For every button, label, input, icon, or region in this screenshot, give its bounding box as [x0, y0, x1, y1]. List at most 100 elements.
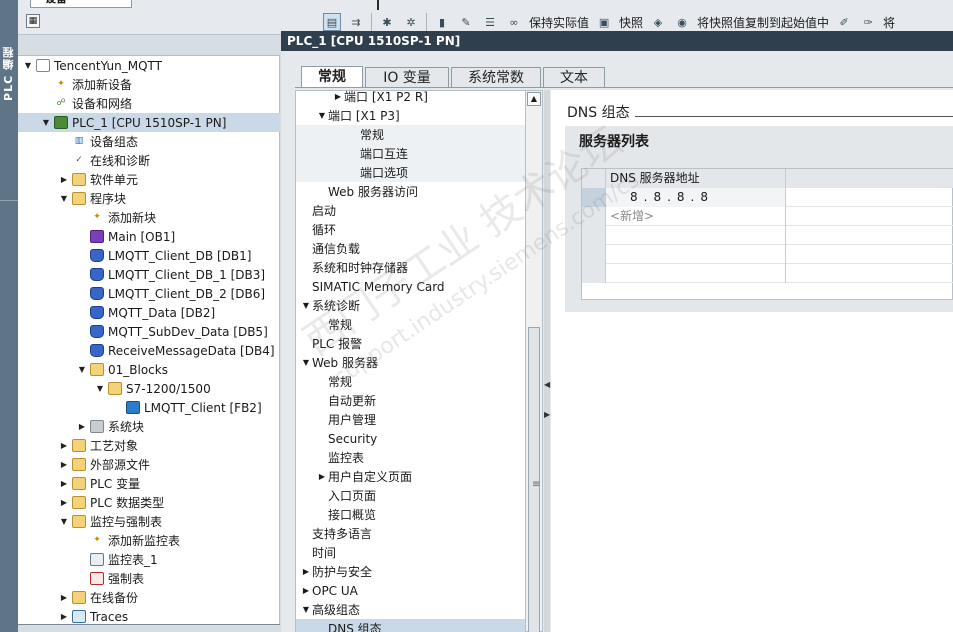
- nav-item[interactable]: ▶ 端口 [X1 P2 R]: [296, 87, 526, 106]
- pencil-alt-icon[interactable]: ✑: [859, 13, 877, 31]
- tree-item[interactable]: ▶ PLC 变量: [18, 474, 280, 493]
- tree-item[interactable]: ReceiveMessageData [DB4]: [18, 341, 280, 360]
- tree-item[interactable]: ▶ 外部源文件: [18, 455, 280, 474]
- column-header-dns-address[interactable]: DNS 服务器地址: [606, 169, 786, 188]
- nav-item[interactable]: 时间: [296, 543, 526, 562]
- nav-item[interactable]: 端口选项: [296, 163, 526, 182]
- keep-actual-values-button[interactable]: 保持实际值: [529, 14, 589, 31]
- nav-item[interactable]: ▼ 高级组态: [296, 600, 526, 619]
- nav-item[interactable]: 通信负载: [296, 239, 526, 258]
- nav-item[interactable]: ▶ 防护与安全: [296, 562, 526, 581]
- tree-item[interactable]: ✦ 添加新块: [18, 208, 280, 227]
- scroll-up-icon[interactable]: ▲: [527, 92, 541, 106]
- nav-item[interactable]: 支持多语言: [296, 524, 526, 543]
- tree-item[interactable]: ▶ 工艺对象: [18, 436, 280, 455]
- nav-item[interactable]: 启动: [296, 201, 526, 220]
- navigation-scrollbar[interactable]: ▲ ≡: [525, 90, 543, 632]
- tab-io-tags[interactable]: IO 变量: [365, 67, 449, 88]
- expand-arrow-icon[interactable]: ▶: [58, 460, 70, 469]
- nav-item[interactable]: ▼ Web 服务器: [296, 353, 526, 372]
- export-icon[interactable]: ⇉: [347, 13, 365, 31]
- tree-item[interactable]: 监控表_1: [18, 550, 280, 569]
- nav-item[interactable]: ▶ OPC UA: [296, 581, 526, 600]
- camera-icon[interactable]: ◈: [649, 13, 667, 31]
- nav-item[interactable]: DNS 组态: [296, 619, 526, 632]
- tree-item[interactable]: ✦ 添加新设备: [18, 75, 280, 94]
- grid-icon[interactable]: ▦: [26, 14, 40, 28]
- collapse-arrow-icon[interactable]: ▼: [40, 118, 52, 127]
- tree-item[interactable]: Main [OB1]: [18, 227, 280, 246]
- snapshot-button[interactable]: 快照: [619, 14, 643, 31]
- row-marker[interactable]: [582, 188, 606, 207]
- collapse-arrow-icon[interactable]: ▼: [300, 301, 312, 310]
- nav-item[interactable]: Security: [296, 429, 526, 448]
- nav-item[interactable]: 监控表: [296, 448, 526, 467]
- tree-item[interactable]: ✦ 添加新监控表: [18, 531, 280, 550]
- scroll-thumb[interactable]: ≡: [528, 327, 540, 632]
- edit-icon[interactable]: ✎: [457, 13, 475, 31]
- tree-item[interactable]: ▥ 设备组态: [18, 132, 280, 151]
- nav-item[interactable]: PLC 报警: [296, 334, 526, 353]
- tree-item[interactable]: ▼ 程序块: [18, 189, 280, 208]
- tree-item[interactable]: LMQTT_Client_DB [DB1]: [18, 246, 280, 265]
- list-icon[interactable]: ☰: [481, 13, 499, 31]
- expand-arrow-icon[interactable]: ▶: [58, 593, 70, 602]
- tree-item[interactable]: ▶ 系统块: [18, 417, 280, 436]
- camera-copy-icon[interactable]: ◉: [673, 13, 691, 31]
- expand-arrow-icon[interactable]: ▶: [58, 612, 70, 621]
- tree-item[interactable]: ▼ PLC_1 [CPU 1510SP-1 PN]: [18, 113, 280, 132]
- expand-arrow-icon[interactable]: ▶: [58, 441, 70, 450]
- pane-splitter[interactable]: ◀ ▶: [544, 90, 550, 632]
- nav-item[interactable]: 循环: [296, 220, 526, 239]
- expand-arrow-icon[interactable]: ▶: [300, 567, 312, 576]
- nav-item[interactable]: SIMATIC Memory Card: [296, 277, 526, 296]
- tree-item[interactable]: ▶ 软件单元: [18, 170, 280, 189]
- tab-texts[interactable]: 文本: [543, 67, 605, 88]
- collapse-left-icon[interactable]: ◀: [544, 380, 550, 389]
- tree-item[interactable]: ▼ 01_Blocks: [18, 360, 280, 379]
- expand-arrow-icon[interactable]: ▶: [58, 479, 70, 488]
- copy-snapshot-button[interactable]: 将快照值复制到起始值中: [697, 14, 829, 31]
- collapse-arrow-icon[interactable]: ▼: [316, 111, 328, 120]
- tab-devices[interactable]: 设备: [30, 0, 132, 8]
- nav-item[interactable]: ▶ 用户自定义页面: [296, 467, 526, 486]
- table-row[interactable]: 8.8.8.8: [582, 188, 953, 207]
- collapse-arrow-icon[interactable]: ▼: [300, 358, 312, 367]
- dns-address-cell[interactable]: 8.8.8.8: [606, 188, 786, 207]
- plc-programming-label[interactable]: PLC 编程: [1, 46, 17, 101]
- add-new-cell[interactable]: <新增>: [606, 207, 786, 226]
- monitor-once-icon[interactable]: ✲: [402, 13, 420, 31]
- collapse-arrow-icon[interactable]: ▼: [22, 61, 34, 70]
- expand-arrow-icon[interactable]: ▶: [58, 498, 70, 507]
- nav-item[interactable]: 用户管理: [296, 410, 526, 429]
- collapse-arrow-icon[interactable]: ▼: [58, 517, 70, 526]
- collapse-arrow-icon[interactable]: ▼: [58, 194, 70, 203]
- tree-item[interactable]: ▼ TencentYun_MQTT: [18, 56, 280, 75]
- nav-item[interactable]: 接口概览: [296, 505, 526, 524]
- expand-arrow-icon[interactable]: ▶: [300, 586, 312, 595]
- collapse-arrow-icon[interactable]: ▼: [76, 365, 88, 374]
- table-row-add[interactable]: <新增>: [582, 207, 953, 226]
- monitor-icon[interactable]: ✱: [378, 13, 396, 31]
- tree-item[interactable]: ☍ 设备和网络: [18, 94, 280, 113]
- tree-item[interactable]: ▼ 监控与强制表: [18, 512, 280, 531]
- lock-icon[interactable]: ▣: [595, 13, 613, 31]
- nav-item[interactable]: 常规: [296, 125, 526, 144]
- expand-arrow-icon[interactable]: ▶: [332, 92, 344, 101]
- load-icon[interactable]: ▮: [433, 13, 451, 31]
- nav-item[interactable]: 端口互连: [296, 144, 526, 163]
- nav-item[interactable]: ▼ 端口 [X1 P3]: [296, 106, 526, 125]
- nav-item[interactable]: 系统和时钟存储器: [296, 258, 526, 277]
- table-view-icon[interactable]: ▤: [323, 13, 341, 31]
- tab-system-constants[interactable]: 系统常数: [451, 67, 541, 88]
- expand-arrow-icon[interactable]: ▶: [76, 422, 88, 431]
- glasses-icon[interactable]: ∞: [505, 13, 523, 31]
- tree-item[interactable]: ✓ 在线和诊断: [18, 151, 280, 170]
- expand-arrow-icon[interactable]: ▶: [58, 175, 70, 184]
- tree-item[interactable]: LMQTT_Client_DB_1 [DB3]: [18, 265, 280, 284]
- nav-item[interactable]: 常规: [296, 315, 526, 334]
- nav-item[interactable]: Web 服务器访问: [296, 182, 526, 201]
- tree-item[interactable]: ▼ S7-1200/1500: [18, 379, 280, 398]
- expand-right-icon[interactable]: ▶: [544, 410, 550, 419]
- tree-item[interactable]: LMQTT_Client_DB_2 [DB6]: [18, 284, 280, 303]
